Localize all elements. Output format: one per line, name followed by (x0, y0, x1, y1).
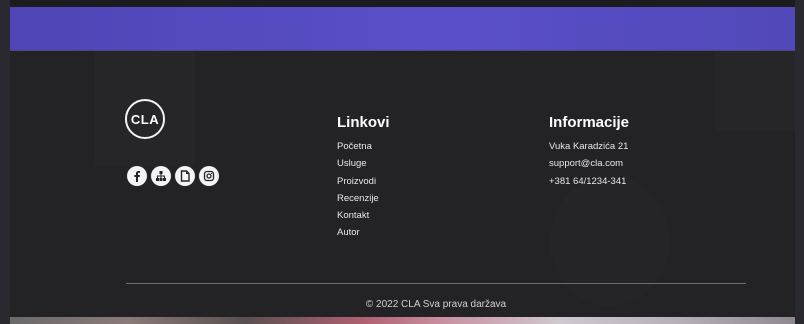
document-icon (180, 170, 190, 182)
info-list: Vuka Karadzića 21 support@cla.com +381 6… (549, 141, 628, 193)
footer-link-autor[interactable]: Autor (337, 227, 379, 244)
sitemap-icon (156, 171, 166, 181)
cla-logo[interactable]: CLA (125, 99, 165, 139)
background-decoration (550, 176, 670, 306)
sitemap-link[interactable] (151, 166, 171, 186)
info-address: Vuka Karadzića 21 (549, 141, 629, 152)
page-frame-right (795, 0, 804, 324)
logo-text: CLA (130, 111, 160, 127)
footer-links-list: Početna Usluge Proizvodi Recenzije Konta… (337, 141, 379, 245)
links-heading: Linkovi (337, 114, 390, 131)
footer-divider (126, 283, 746, 284)
background-decoration (715, 51, 795, 131)
purple-banner (10, 7, 795, 50)
page-bottom-strip (10, 317, 795, 324)
instagram-link[interactable] (199, 166, 219, 186)
footer-link-pocetna[interactable]: Početna (337, 141, 379, 158)
page-frame-left (0, 0, 10, 324)
footer-link-recenzije[interactable]: Recenzije (337, 193, 379, 210)
facebook-icon (134, 171, 140, 182)
footer-link-usluge[interactable]: Usluge (337, 158, 379, 175)
instagram-icon (203, 170, 215, 182)
info-email[interactable]: support@cla.com (549, 158, 628, 175)
info-phone[interactable]: +381 64/1234-341 (549, 176, 628, 193)
info-heading: Informacije (549, 114, 630, 131)
copyright-text: © 2022 CLA Sva prava daržava (365, 299, 507, 310)
social-links (127, 166, 219, 186)
document-link[interactable] (175, 166, 195, 186)
site-footer: CLA Linkovi Početna Usluge Proizvodi Rec… (10, 51, 795, 317)
footer-link-kontakt[interactable]: Kontakt (337, 210, 379, 227)
footer-link-proizvodi[interactable]: Proizvodi (337, 176, 379, 193)
facebook-link[interactable] (127, 166, 147, 186)
